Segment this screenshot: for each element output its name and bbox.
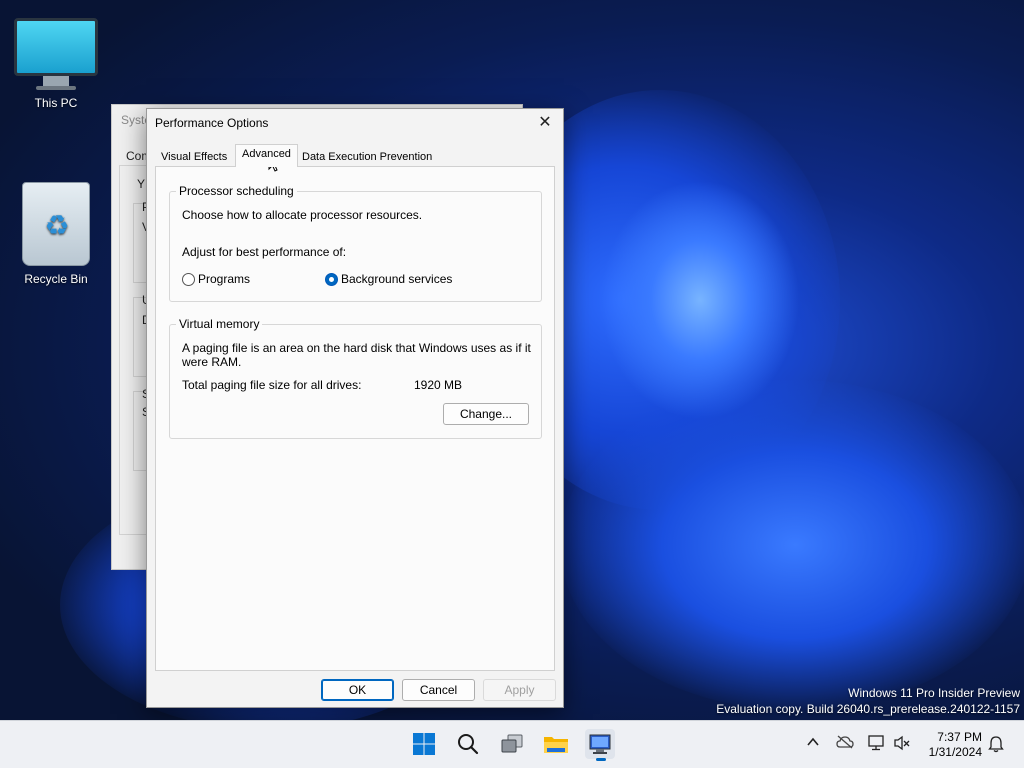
group-label: Processor scheduling (176, 184, 297, 198)
taskbar: 7:37 PM 1/31/2024 (0, 720, 1024, 768)
paging-description-line2: were RAM. (182, 355, 242, 369)
desktop-icon-this-pc[interactable]: This PC (6, 18, 106, 110)
wallpaper-bloom (560, 380, 1024, 710)
tab-advanced[interactable]: Advanced (235, 144, 298, 167)
file-explorer-icon[interactable] (541, 729, 571, 759)
volume-muted-icon[interactable] (894, 735, 912, 754)
wallpaper-highlight (600, 180, 800, 420)
watermark-build: Evaluation copy. Build 26040.rs_prerelea… (716, 702, 1020, 716)
bell-icon[interactable] (988, 735, 1004, 756)
cancel-button[interactable]: Cancel (402, 679, 475, 701)
network-icon[interactable] (868, 735, 886, 754)
paging-description-line1: A paging file is an area on the hard dis… (182, 341, 531, 355)
programs-radio[interactable] (182, 273, 195, 286)
recycle-bin-icon: ♻ (22, 182, 90, 266)
total-paging-value: 1920 MB (414, 378, 463, 392)
monitor-icon (14, 18, 98, 76)
change-button[interactable]: Change... (443, 403, 529, 425)
active-app-indicator (596, 758, 606, 761)
background-services-radio[interactable] (325, 273, 338, 286)
close-icon[interactable]: ✕ (535, 113, 555, 133)
programs-label[interactable]: Programs (198, 272, 250, 286)
adjust-label: Adjust for best performance of: (182, 245, 347, 259)
clock-time: 7:37 PM (937, 730, 982, 744)
tab-data-execution-prevention[interactable]: Data Execution Prevention (296, 147, 438, 167)
desktop-icon-label: Recycle Bin (24, 272, 88, 286)
chevron-up-icon[interactable] (806, 735, 820, 752)
processor-description: Choose how to allocate processor resourc… (182, 208, 423, 222)
tab-visual-effects[interactable]: Visual Effects (155, 147, 233, 167)
virtual-memory-group: Virtual memory A paging file is an area … (169, 317, 542, 439)
start-icon[interactable] (409, 729, 439, 759)
apply-button[interactable]: Apply (483, 679, 556, 701)
onedrive-icon[interactable] (836, 735, 854, 752)
ok-button[interactable]: OK (321, 679, 394, 701)
total-paging-label: Total paging file size for all drives: (182, 378, 362, 392)
recycle-symbol-icon: ♻ (44, 210, 70, 241)
clock[interactable]: 7:37 PM 1/31/2024 (929, 730, 982, 760)
search-icon[interactable] (453, 729, 483, 759)
clock-date: 1/31/2024 (928, 745, 982, 759)
system-properties-icon[interactable] (585, 729, 615, 759)
desktop-icon-label: This PC (34, 96, 78, 110)
watermark-edition: Windows 11 Pro Insider Preview (848, 686, 1020, 700)
performance-options-dialog[interactable]: Performance Options ✕ Visual Effects Adv… (146, 108, 564, 708)
task-view-icon[interactable] (497, 729, 527, 759)
group-label: Virtual memory (176, 317, 263, 331)
dialog-title: Performance Options (155, 116, 269, 130)
advanced-tab-panel: Processor scheduling Choose how to alloc… (155, 166, 555, 671)
processor-scheduling-group: Processor scheduling Choose how to alloc… (169, 184, 542, 302)
desktop-icon-recycle-bin[interactable]: ♻ Recycle Bin (6, 182, 106, 286)
background-services-label[interactable]: Background services (341, 272, 452, 286)
